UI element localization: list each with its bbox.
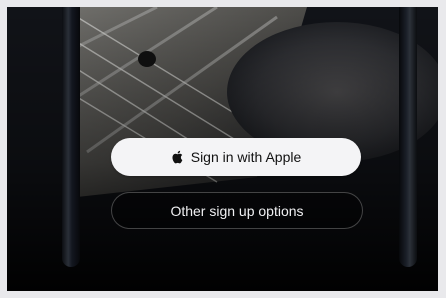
sign-in-with-apple-label: Sign in with Apple: [190, 149, 302, 165]
sign-in-with-apple-button[interactable]: Sign in with Apple: [111, 138, 361, 176]
other-sign-up-options-label: Other sign up options: [170, 202, 304, 219]
other-sign-up-options-button[interactable]: Other sign up options: [111, 192, 363, 229]
video-frame: Sign in with Apple Other sign up options: [0, 0, 446, 298]
apple-logo-icon: [171, 150, 183, 164]
phone-bezel-left: [62, 7, 80, 267]
phone-bezel-right: [399, 7, 417, 267]
